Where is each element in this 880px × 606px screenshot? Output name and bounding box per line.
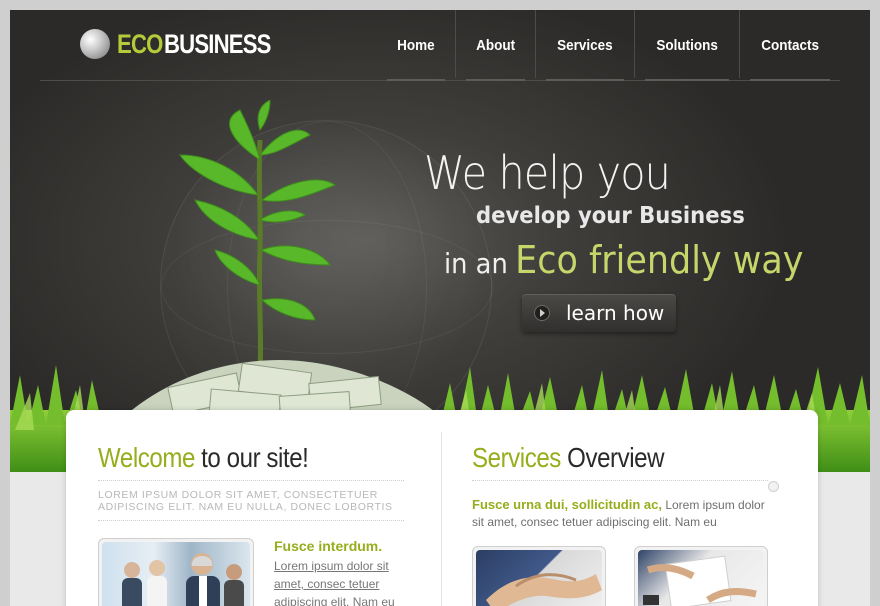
- services-lead: Fusce urna dui, sollicitudin ac, Lorem i…: [472, 496, 778, 531]
- circle-bullet-icon: [768, 481, 779, 492]
- documents-photo: [634, 546, 768, 606]
- nav-solutions[interactable]: Solutions: [635, 10, 739, 81]
- photo-content: [102, 542, 250, 606]
- welcome-title: Welcome to our site!: [98, 442, 361, 474]
- nav-contacts-label: Contacts: [761, 36, 820, 54]
- nav-contacts[interactable]: Contacts: [740, 10, 840, 81]
- services-lead-bold: Fusce urna dui, sollicitudin ac,: [472, 497, 662, 512]
- services-section: Services Overview Fusce urna dui, sollic…: [472, 442, 779, 606]
- hero-banner: ECO BUSINESS Home About Services Solutio…: [10, 10, 870, 472]
- nav-services-label: Services: [557, 36, 613, 54]
- hero-subheadline: develop your Business: [476, 203, 745, 229]
- handshake-photo: [472, 546, 606, 606]
- nav-home-label: Home: [397, 36, 435, 54]
- nav-home[interactable]: Home: [377, 10, 455, 81]
- hero-tagline: in an Eco friendly way: [444, 238, 803, 282]
- services-title: Services Overview: [472, 442, 735, 474]
- divider: [98, 480, 404, 481]
- welcome-feature-link[interactable]: Lorem ipsum dolor sit amet, consec tetue…: [274, 557, 404, 606]
- nav-services[interactable]: Services: [536, 10, 634, 81]
- site-header: ECO BUSINESS Home About Services Solutio…: [40, 10, 840, 81]
- column-divider: [441, 432, 442, 606]
- hero-tagline-prefix: in an: [444, 247, 508, 280]
- site-logo[interactable]: ECO BUSINESS: [80, 28, 294, 60]
- people-illustration: [122, 553, 244, 606]
- globe-icon: [80, 29, 110, 59]
- welcome-section: Welcome to our site! LOREM IPSUM DOLOR S…: [98, 442, 404, 606]
- arrow-right-icon: [534, 305, 550, 321]
- services-title-green: Services: [472, 442, 561, 473]
- divider: [472, 480, 768, 481]
- page-frame: ECO BUSINESS Home About Services Solutio…: [10, 10, 870, 606]
- welcome-intro-text: LOREM IPSUM DOLOR SIT AMET, CONSECTETUER…: [98, 489, 404, 521]
- nav-solutions-label: Solutions: [656, 36, 718, 54]
- photo-content: [638, 550, 764, 606]
- welcome-title-green: Welcome: [98, 442, 195, 473]
- documents-illustration: [643, 555, 757, 606]
- handshake-illustration: [486, 573, 602, 606]
- logo-business-text: BUSINESS: [163, 28, 271, 59]
- welcome-feature-heading: Fusce interdum.: [274, 538, 383, 554]
- learn-how-label: learn how: [566, 301, 665, 325]
- welcome-feature: Fusce interdum. Lorem ipsum dolor sit am…: [274, 538, 404, 606]
- services-title-dark: Overview: [567, 442, 665, 473]
- logo-eco-text: ECO: [117, 28, 163, 59]
- business-team-photo: [98, 538, 254, 606]
- plant-illustration: [179, 100, 337, 370]
- hero-tagline-highlight: Eco friendly way: [515, 238, 804, 282]
- nav-about-label: About: [475, 36, 515, 54]
- photo-content: [476, 550, 602, 606]
- welcome-title-dark: to our site!: [201, 442, 309, 473]
- learn-how-button[interactable]: learn how: [522, 294, 676, 332]
- content-card: Welcome to our site! LOREM IPSUM DOLOR S…: [66, 410, 818, 606]
- nav-about[interactable]: About: [456, 10, 535, 81]
- main-nav: Home About Services Solutions Contacts: [377, 10, 840, 81]
- hero-headline: We help you: [424, 146, 671, 200]
